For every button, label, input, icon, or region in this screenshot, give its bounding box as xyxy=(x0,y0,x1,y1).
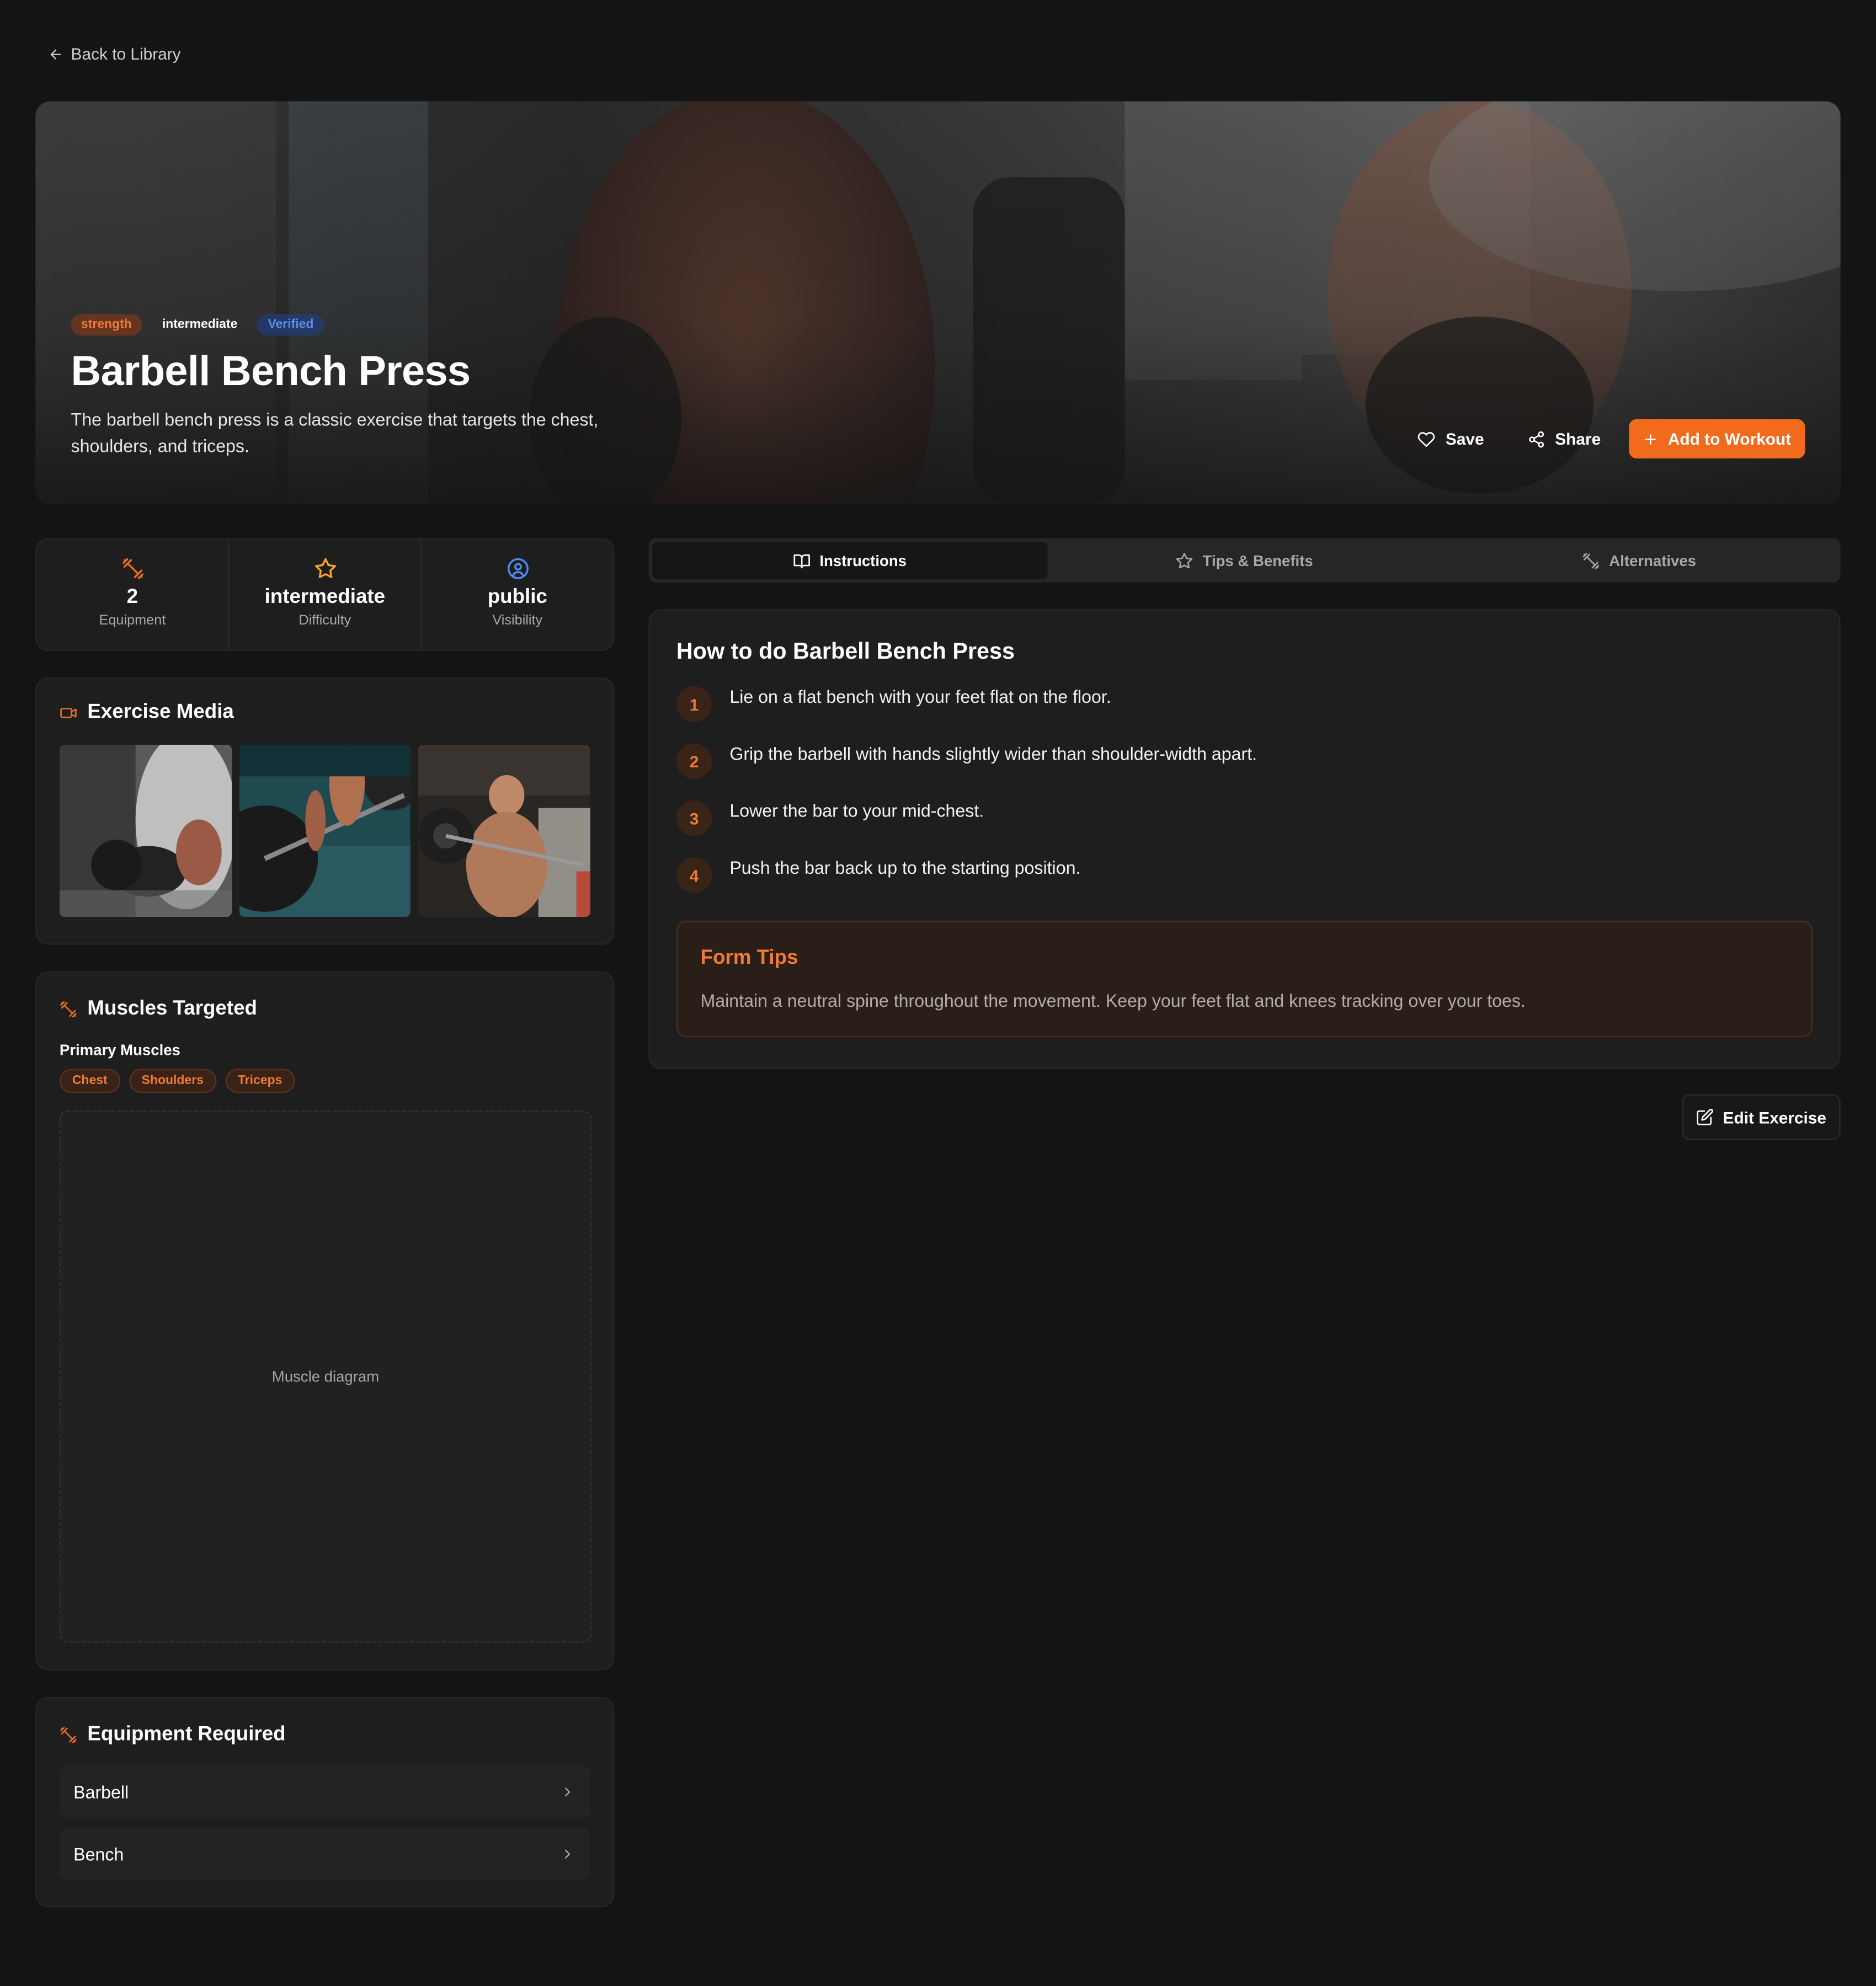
hero-banner: strength intermediate Verified Barbell B… xyxy=(35,101,1841,504)
share-label: Share xyxy=(1555,429,1601,449)
edit-icon xyxy=(1696,1108,1714,1126)
video-icon xyxy=(60,704,77,722)
share-button[interactable]: Share xyxy=(1512,420,1616,457)
back-label: Back to Library xyxy=(71,44,181,63)
tab-instructions[interactable]: Instructions xyxy=(652,542,1047,579)
stat-label: Difficulty xyxy=(299,613,351,628)
instruction-step: 1 Lie on a flat bench with your feet fla… xyxy=(676,686,1813,722)
dumbbell-icon xyxy=(1582,552,1600,569)
step-text: Lower the bar to your mid-chest. xyxy=(729,800,984,821)
form-tips-title: Form Tips xyxy=(700,947,798,969)
chevron-right-icon xyxy=(560,1784,575,1799)
equipment-item-barbell[interactable]: Barbell xyxy=(59,1765,590,1818)
instructions-title: How to do Barbell Bench Press xyxy=(676,638,1015,664)
share-icon xyxy=(1527,430,1545,447)
media-thumbnails xyxy=(59,744,590,917)
exercise-tabs: Instructions Tips & Benefits Alternative… xyxy=(648,538,1841,583)
media-thumbnail[interactable] xyxy=(418,744,590,917)
muscles-title: Muscles Targeted xyxy=(87,998,257,1020)
stat-label: Visibility xyxy=(492,613,543,628)
muscle-diagram-placeholder: Muscle diagram xyxy=(59,1111,592,1643)
step-number: 1 xyxy=(676,686,712,722)
media-thumbnail[interactable] xyxy=(59,744,232,917)
hero-tags: strength intermediate Verified xyxy=(71,314,324,336)
edit-label: Edit Exercise xyxy=(1723,1107,1827,1127)
tab-label: Alternatives xyxy=(1609,551,1697,569)
exercise-title: Barbell Bench Press xyxy=(71,347,471,394)
step-number: 2 xyxy=(676,743,712,779)
save-label: Save xyxy=(1445,429,1484,449)
equipment-item-label: Barbell xyxy=(73,1781,129,1802)
heart-icon xyxy=(1417,430,1435,447)
step-number: 4 xyxy=(676,857,712,893)
tab-label: Instructions xyxy=(819,551,907,569)
equipment-title: Equipment Required xyxy=(87,1723,286,1745)
difficulty-badge: intermediate xyxy=(162,318,238,332)
verified-badge: Verified xyxy=(258,314,324,336)
tab-label: Tips & Benefits xyxy=(1202,551,1313,569)
dumbbell-icon xyxy=(121,557,143,580)
stat-label: Equipment xyxy=(99,613,166,628)
instruction-step: 3 Lower the bar to your mid-chest. xyxy=(676,800,1813,836)
equipment-item-bench[interactable]: Bench xyxy=(59,1827,590,1880)
muscles-card-header: Muscles Targeted xyxy=(60,998,590,1021)
stat-value: 2 xyxy=(126,586,138,608)
stat-value: intermediate xyxy=(264,586,386,608)
step-text: Push the bar back up to the starting pos… xyxy=(729,857,1081,878)
save-button[interactable]: Save xyxy=(1403,420,1499,457)
step-text: Lie on a flat bench with your feet flat … xyxy=(729,686,1111,707)
dumbbell-icon xyxy=(60,1001,77,1018)
category-badge: strength xyxy=(71,314,142,336)
add-to-workout-label: Add to Workout xyxy=(1667,429,1792,449)
add-to-workout-button[interactable]: Add to Workout xyxy=(1628,419,1805,459)
tab-tips-benefits[interactable]: Tips & Benefits xyxy=(1047,542,1442,579)
hero-actions: Save Share Add to Workout xyxy=(1403,419,1805,459)
equipment-required-card: Equipment Required Barbell Bench xyxy=(35,1697,615,1908)
chevron-right-icon xyxy=(560,1846,575,1861)
stat-equipment: 2 Equipment xyxy=(37,539,230,650)
star-icon xyxy=(313,557,336,580)
form-tips-box: Form Tips Maintain a neutral spine throu… xyxy=(676,920,1813,1038)
exercise-media-card: Exercise Media xyxy=(35,677,615,945)
muscles-targeted-card: Muscles Targeted Primary Muscles Chest S… xyxy=(35,971,615,1671)
user-circle-icon xyxy=(506,557,529,580)
star-icon xyxy=(1176,552,1193,569)
muscle-chip: Triceps xyxy=(225,1069,295,1093)
edit-exercise-button[interactable]: Edit Exercise xyxy=(1682,1094,1841,1140)
primary-muscles-list: Chest Shoulders Triceps xyxy=(59,1069,590,1093)
media-card-header: Exercise Media xyxy=(60,702,590,724)
equipment-item-label: Bench xyxy=(73,1843,124,1864)
equipment-list: Barbell Bench xyxy=(59,1765,590,1880)
instructions-panel: How to do Barbell Bench Press 1 Lie on a… xyxy=(648,609,1841,1069)
muscle-chip: Chest xyxy=(59,1069,120,1093)
step-number: 3 xyxy=(676,800,712,836)
media-title: Exercise Media xyxy=(87,701,234,723)
instruction-step: 2 Grip the barbell with hands slightly w… xyxy=(676,743,1813,779)
tab-alternatives[interactable]: Alternatives xyxy=(1442,542,1837,579)
arrow-left-icon xyxy=(48,46,63,62)
media-thumbnail[interactable] xyxy=(239,744,411,917)
stat-value: public xyxy=(487,586,547,608)
book-open-icon xyxy=(793,552,811,569)
back-to-library-link[interactable]: Back to Library xyxy=(48,44,181,63)
plus-icon xyxy=(1643,431,1658,447)
stat-difficulty: intermediate Difficulty xyxy=(230,539,422,650)
dumbbell-icon xyxy=(60,1726,77,1744)
instruction-steps: 1 Lie on a flat bench with your feet fla… xyxy=(676,686,1813,893)
primary-muscles-label: Primary Muscles xyxy=(59,1041,180,1059)
exercise-detail-page: Back to Library strength intermediate Ve… xyxy=(0,0,1876,1986)
equipment-card-header: Equipment Required xyxy=(60,1723,590,1746)
muscle-chip: Shoulders xyxy=(129,1069,216,1093)
exercise-description: The barbell bench press is a classic exe… xyxy=(71,409,599,456)
form-tips-text: Maintain a neutral spine throughout the … xyxy=(700,990,1526,1011)
instruction-step: 4 Push the bar back up to the starting p… xyxy=(676,857,1813,893)
stat-visibility: public Visibility xyxy=(422,540,613,650)
step-text: Grip the barbell with hands slightly wid… xyxy=(729,743,1257,764)
exercise-stats: 2 Equipment intermediate Difficulty publ… xyxy=(35,538,615,651)
